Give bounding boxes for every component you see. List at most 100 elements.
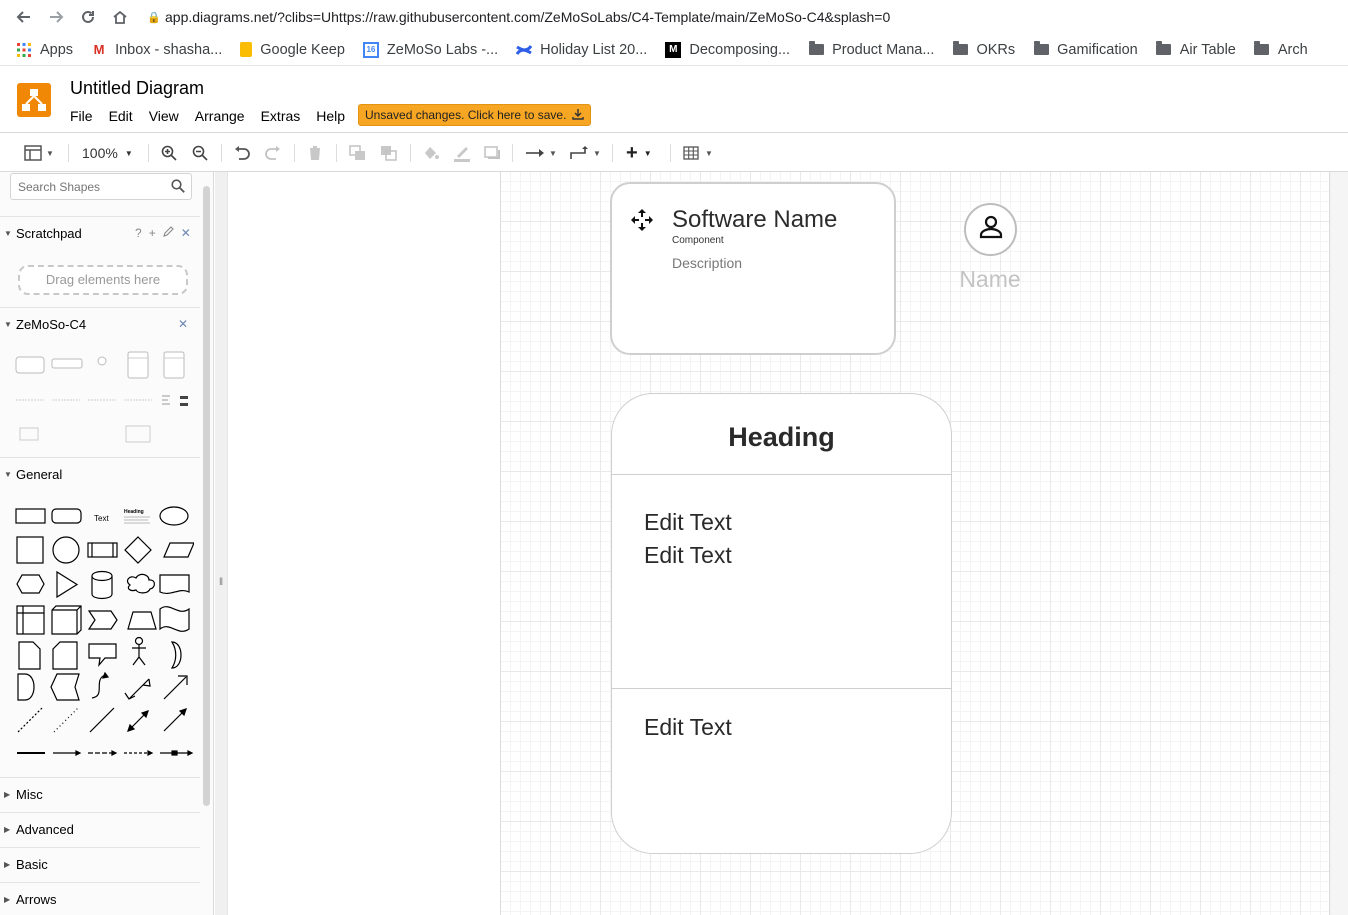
close-library-icon[interactable]: ✕ (178, 317, 188, 331)
folder-icon (808, 41, 824, 58)
bookmark-google-keep[interactable]: Google Keep (240, 42, 345, 58)
diagram-title[interactable]: Untitled Diagram (70, 78, 204, 99)
chevron-right-icon: ▶ (4, 825, 11, 834)
general-header[interactable]: ▼ General (0, 457, 200, 491)
zoom-in-icon[interactable] (161, 142, 177, 164)
address-bar[interactable]: 🔒 app.diagrams.net/?clibs=Uhttps://raw.g… (143, 2, 1343, 32)
toolbar-separator (294, 144, 295, 162)
reload-icon[interactable] (72, 1, 104, 33)
forward-arrow-icon[interactable] (40, 1, 72, 33)
canvas-margin (227, 172, 500, 915)
person-icon (978, 214, 1004, 245)
lock-icon[interactable]: 🔒 (143, 11, 165, 24)
toolbar-separator (68, 144, 69, 162)
search-shapes-box[interactable] (10, 173, 192, 200)
chevron-down-icon: ▼ (4, 320, 12, 329)
bookmark-product-mana[interactable]: Product Mana... (808, 41, 934, 58)
toolbar-separator (336, 144, 337, 162)
bookmark-inbox[interactable]: M Inbox - shasha... (91, 42, 223, 58)
bookmark-zemoso-labs[interactable]: 16 ZeMoSo Labs -... (362, 41, 498, 58)
bookmark-okrs[interactable]: OKRs (952, 41, 1015, 58)
chevron-down-icon: ▼ (705, 148, 713, 158)
toolbar: ▼ 100% ▼ ▼ ▼ + ▼ ▼ (0, 134, 1348, 172)
url-text: app.diagrams.net/?clibs=Uhttps://raw.git… (165, 9, 891, 25)
text-shape-label: Text (94, 514, 109, 523)
bookmark-holiday-list[interactable]: Holiday List 20... (516, 42, 647, 58)
panel-toggle-button[interactable]: ▼ (24, 142, 54, 164)
chevron-down-icon: ▼ (593, 148, 601, 158)
chevron-down-icon: ▼ (4, 470, 12, 479)
line-color-icon[interactable] (453, 142, 471, 164)
chevron-down-icon: ▼ (124, 148, 133, 158)
component-type: Component (672, 235, 724, 246)
edit-icon[interactable] (162, 226, 174, 240)
bookmark-decomposing[interactable]: M Decomposing... (665, 41, 790, 58)
basic-header[interactable]: ▶ Basic (0, 847, 200, 881)
delete-icon[interactable] (307, 142, 323, 164)
toolbar-separator (612, 144, 613, 162)
menu-edit[interactable]: Edit (109, 108, 133, 124)
undo-icon[interactable] (233, 142, 251, 164)
menu-file[interactable]: File (70, 108, 93, 124)
home-icon[interactable] (104, 1, 136, 33)
connection-style-button[interactable]: ▼ (525, 142, 557, 164)
keep-icon (240, 42, 253, 57)
drawio-logo[interactable] (17, 83, 51, 117)
gmail-icon: M (93, 42, 105, 57)
bookmark-gamification[interactable]: Gamification (1033, 41, 1138, 58)
redo-icon[interactable] (264, 142, 282, 164)
container-shape[interactable]: Heading Edit Text Edit Text Edit Text (611, 393, 952, 854)
sidebar-resize-handle[interactable]: ‖ (219, 577, 223, 588)
component-title: Software Name (672, 206, 838, 233)
misc-header[interactable]: ▶ Misc (0, 777, 200, 811)
arrows-header[interactable]: ▶ Arrows (0, 882, 200, 915)
person-name-label: Name (959, 266, 1021, 292)
component-description: Description (672, 255, 743, 271)
sidebar-scrollbar[interactable] (203, 186, 210, 806)
general-shapes[interactable]: Text Heading (12, 502, 194, 768)
menu-extras[interactable]: Extras (261, 108, 301, 124)
fill-color-icon[interactable] (422, 142, 440, 164)
chevron-down-icon: ▼ (643, 148, 652, 158)
calendar-icon: 16 (362, 41, 379, 58)
container-text-2: Edit Text (644, 542, 732, 568)
advanced-header[interactable]: ▶ Advanced (0, 812, 200, 846)
unsaved-changes-button[interactable]: Unsaved changes. Click here to save. (358, 104, 592, 126)
zoom-select[interactable]: 100% ▼ (82, 142, 133, 164)
zoom-out-icon[interactable] (192, 142, 208, 164)
close-icon[interactable]: ✕ (181, 226, 191, 240)
menu-view[interactable]: View (149, 108, 179, 124)
to-back-icon[interactable] (380, 142, 398, 164)
zemoso-c4-shapes[interactable] (12, 348, 192, 448)
zemoso-c4-header[interactable]: ▼ ZeMoSo-C4 (0, 307, 200, 341)
search-shapes-input[interactable] (18, 180, 168, 194)
back-arrow-icon[interactable] (8, 1, 40, 33)
bookmark-arch[interactable]: Arch (1254, 41, 1308, 58)
menu-help[interactable]: Help (316, 108, 345, 124)
search-icon[interactable] (171, 179, 185, 196)
component-shape[interactable]: Software Name Component Description (610, 182, 896, 355)
chevron-right-icon: ▶ (4, 860, 11, 869)
folder-icon (1033, 41, 1049, 58)
plus-icon: + (626, 141, 638, 164)
heading-shape-label: Heading (124, 509, 144, 515)
waypoints-button[interactable]: ▼ (569, 142, 601, 164)
person-shape[interactable] (964, 203, 1017, 256)
chevron-down-icon: ▼ (46, 148, 54, 158)
menu-arrange[interactable]: Arrange (195, 108, 245, 124)
help-icon[interactable]: ? (135, 226, 142, 240)
insert-button[interactable]: + ▼ (626, 142, 652, 164)
scratchpad-drop-zone[interactable]: Drag elements here (18, 265, 188, 295)
container-divider (612, 474, 951, 475)
folder-icon (1156, 41, 1172, 58)
container-divider (612, 688, 951, 689)
bookmark-apps[interactable]: Apps (16, 42, 73, 58)
table-button[interactable]: ▼ (683, 142, 713, 164)
confluence-icon (516, 42, 533, 58)
menubar: File Edit View Arrange Extras Help (70, 108, 361, 124)
to-front-icon[interactable] (349, 142, 367, 164)
shadow-icon[interactable] (484, 142, 502, 164)
toolbar-separator (221, 144, 222, 162)
add-icon[interactable]: + (149, 226, 156, 240)
bookmark-air-table[interactable]: Air Table (1156, 41, 1236, 58)
